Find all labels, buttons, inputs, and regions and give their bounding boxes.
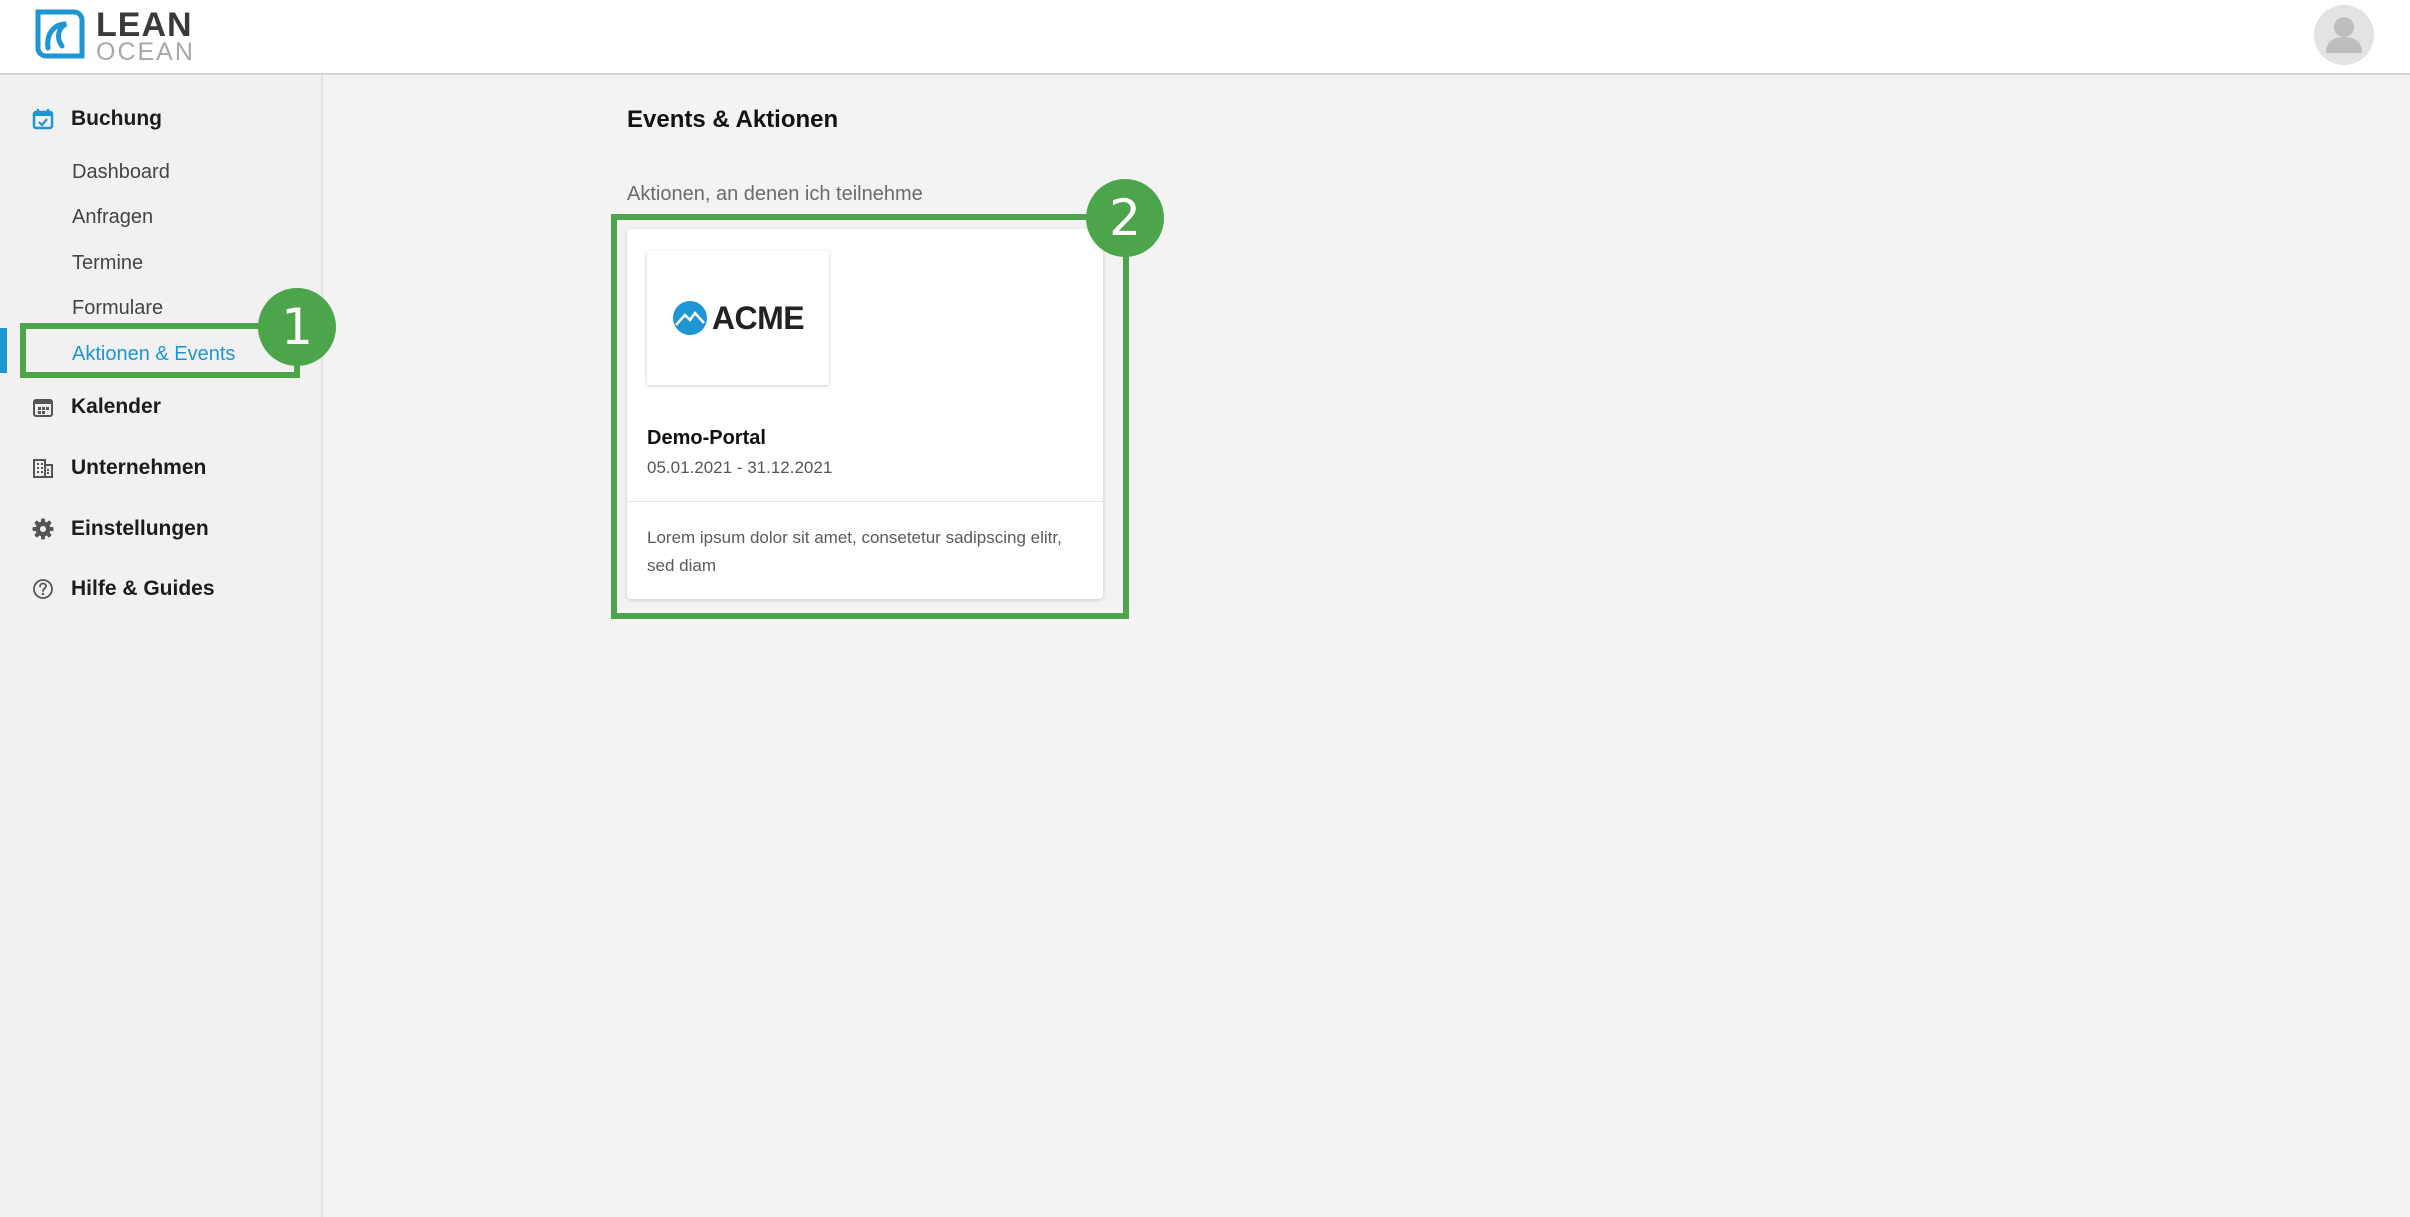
annotation-badge-2: 2 xyxy=(1086,179,1164,257)
wave-logo-icon xyxy=(35,9,85,59)
calendar-check-icon xyxy=(30,106,56,132)
logo-text-lean: LEAN xyxy=(96,6,193,44)
gear-icon xyxy=(30,516,56,542)
annotation-highlight-2 xyxy=(611,214,1129,619)
section-label: Aktionen, an denen ich teilnehme xyxy=(627,183,923,205)
user-avatar[interactable] xyxy=(2314,5,2374,65)
sidebar-section-einstellungen[interactable]: Einstellungen xyxy=(30,509,209,549)
sidebar-section-kalender[interactable]: Kalender xyxy=(30,387,161,427)
sidebar-section-buchung[interactable]: Buchung xyxy=(30,99,162,139)
sidebar-section-unternehmen[interactable]: Unternehmen xyxy=(30,448,206,488)
sidebar-item-termine[interactable]: Termine xyxy=(72,245,143,281)
sidebar-section-label: Buchung xyxy=(71,107,162,130)
active-indicator xyxy=(0,328,7,373)
page-title: Events & Aktionen xyxy=(627,106,839,133)
top-header: LEAN OCEAN xyxy=(0,0,2410,75)
sidebar: Buchung Dashboard Anfragen Termine Formu… xyxy=(0,75,323,1217)
sidebar-section-label: Unternehmen xyxy=(71,456,207,479)
sidebar-item-dashboard[interactable]: Dashboard xyxy=(72,154,170,190)
sidebar-item-anfragen[interactable]: Anfragen xyxy=(72,199,153,235)
calendar-icon xyxy=(30,394,56,420)
building-icon xyxy=(30,455,56,481)
sidebar-section-label: Hilfe & Guides xyxy=(71,577,215,600)
lean-ocean-logo[interactable]: LEAN OCEAN xyxy=(34,8,193,65)
annotation-badge-1: 1 xyxy=(258,288,336,366)
help-circle-icon xyxy=(30,576,56,602)
user-icon xyxy=(2326,17,2362,53)
sidebar-section-label: Kalender xyxy=(71,395,161,418)
sidebar-section-hilfe-guides[interactable]: Hilfe & Guides xyxy=(30,569,215,609)
logo-text-ocean: OCEAN xyxy=(96,38,195,66)
sidebar-item-formulare[interactable]: Formulare xyxy=(72,290,163,326)
sidebar-section-label: Einstellungen xyxy=(71,517,209,540)
